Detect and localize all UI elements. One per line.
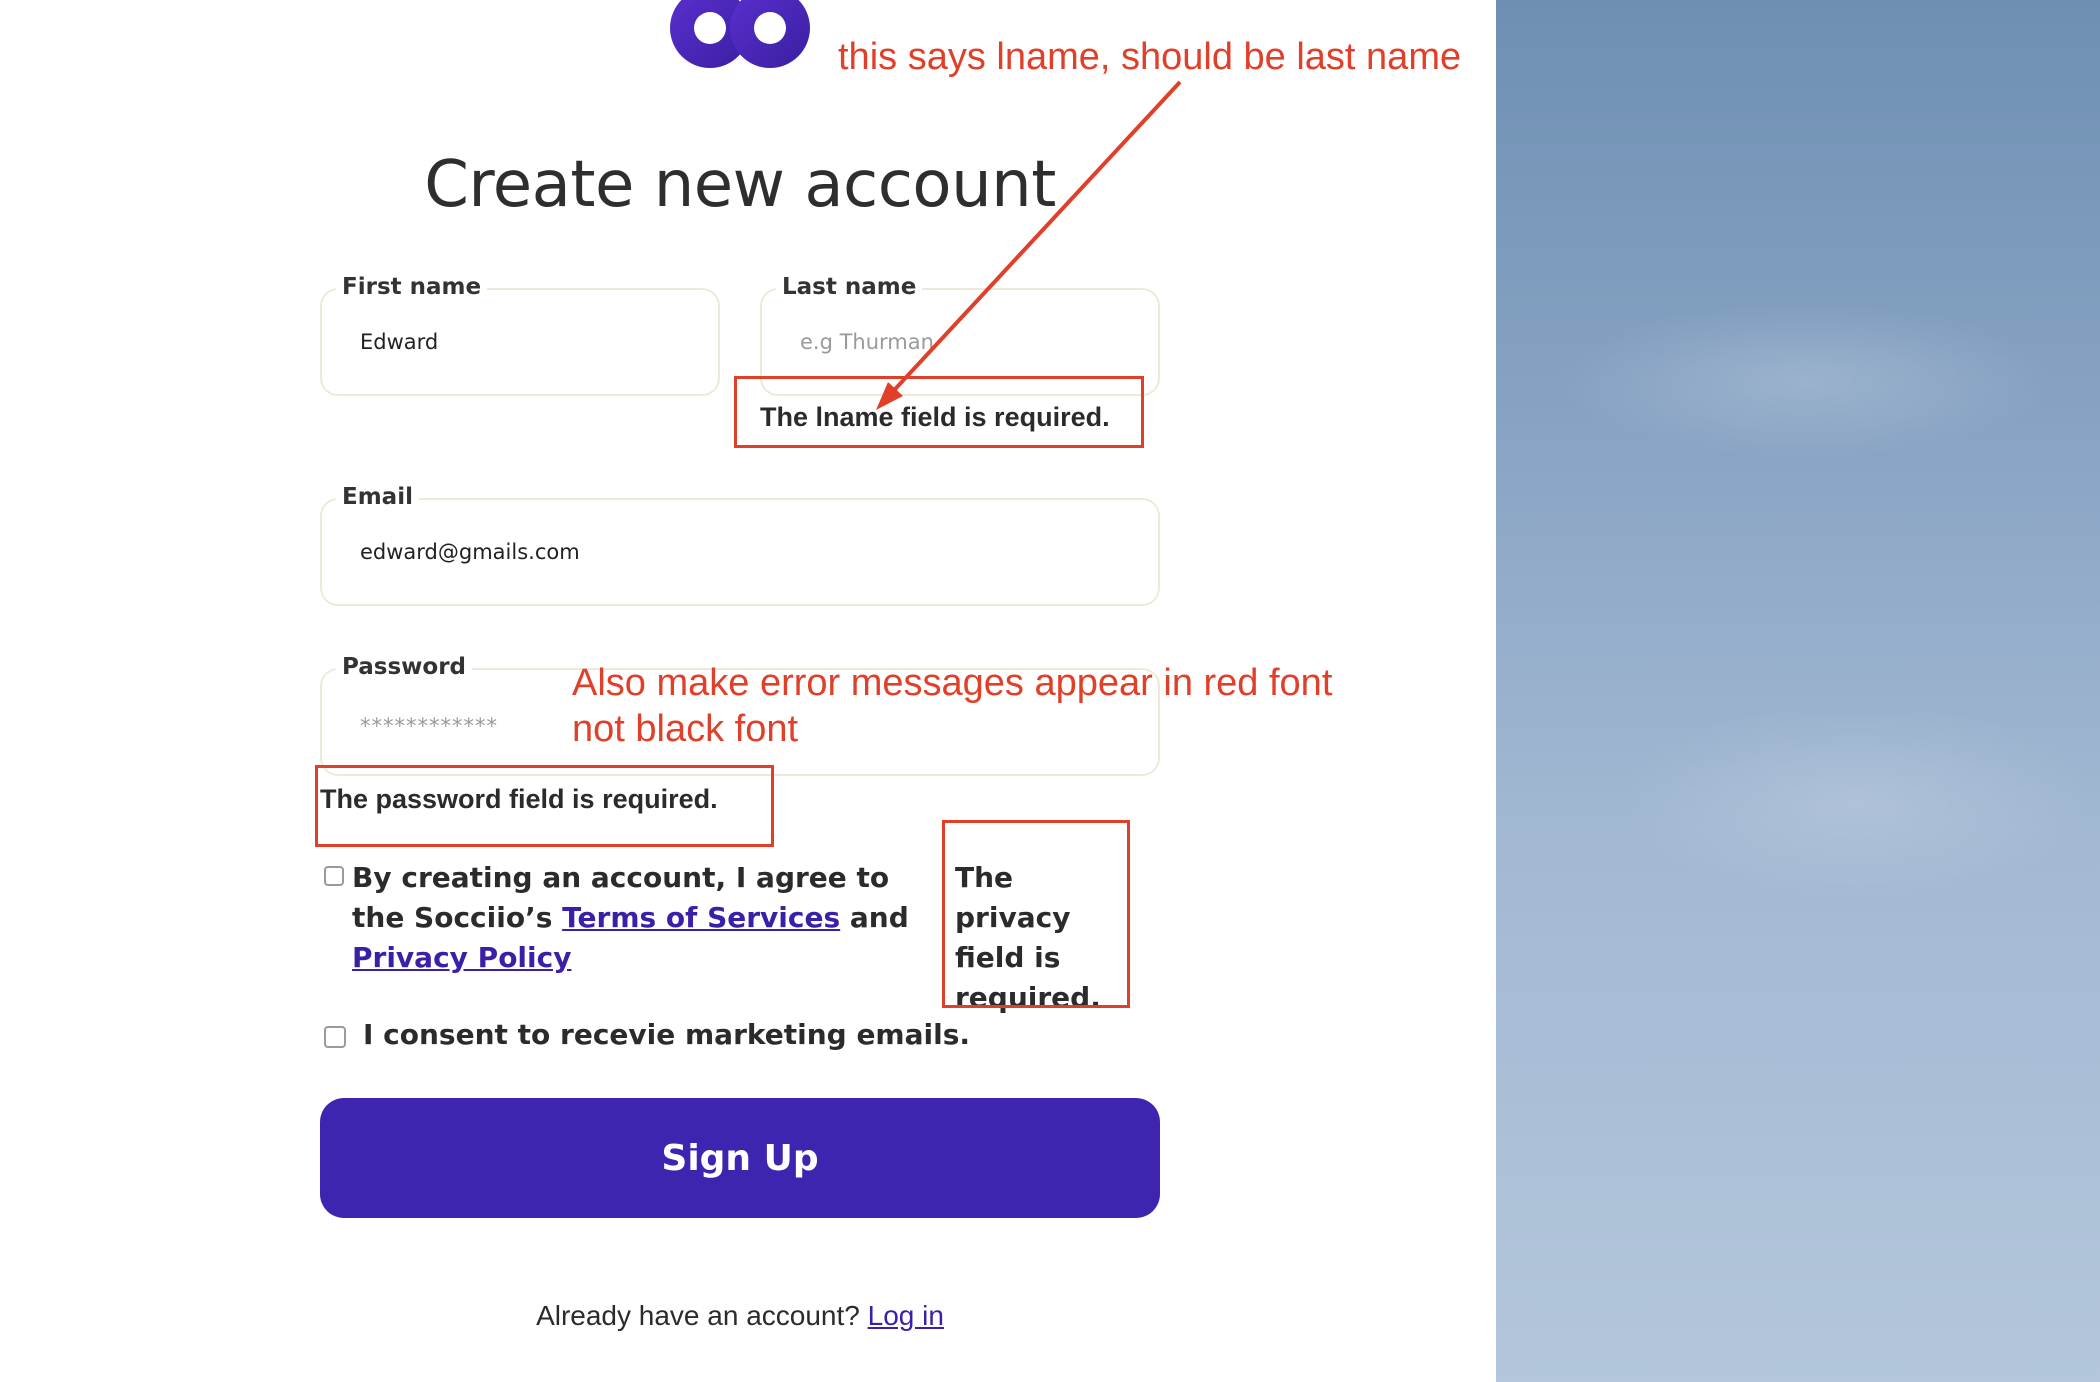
annotation-note-lname: this says lname, should be last name	[838, 36, 1462, 78]
password-label: Password	[336, 654, 472, 680]
annotation-box-lname	[734, 376, 1144, 448]
first-name-label: First name	[336, 274, 488, 300]
page-title: Create new account	[424, 148, 1056, 222]
login-prompt: Already have an account? Log in	[320, 1300, 1160, 1332]
sign-up-button[interactable]: Sign Up	[320, 1098, 1160, 1218]
first-name-field[interactable]: First name Edward	[320, 274, 720, 396]
annotation-note-red-font: Also make error messages appear in red f…	[572, 662, 1333, 750]
terms-of-services-link[interactable]: Terms of Services	[562, 901, 840, 934]
marketing-consent-checkbox[interactable]	[324, 1026, 346, 1048]
cloud-shape	[1616, 700, 2096, 900]
side-sky-image	[1496, 0, 2100, 1382]
terms-agreement-text: By creating an account, I agree to the S…	[352, 858, 912, 978]
socciio-logo	[670, 0, 810, 68]
email-field[interactable]: Email edward@gmails.com	[320, 484, 1160, 606]
first-name-input[interactable]: Edward	[360, 330, 677, 354]
last-name-label: Last name	[776, 274, 923, 300]
log-in-link[interactable]: Log in	[868, 1300, 944, 1331]
marketing-consent-label: I consent to recevie marketing emails.	[363, 1018, 971, 1051]
annotation-box-password	[315, 765, 774, 847]
annotation-box-privacy	[942, 820, 1130, 1008]
terms-checkbox[interactable]	[324, 866, 344, 886]
privacy-policy-link[interactable]: Privacy Policy	[352, 941, 571, 974]
login-prompt-text: Already have an account?	[536, 1300, 868, 1331]
email-label: Email	[336, 484, 419, 510]
email-input[interactable]: edward@gmails.com	[360, 540, 1029, 564]
terms-text-between: and	[840, 901, 909, 934]
cloud-shape	[1556, 300, 2056, 460]
last-name-input[interactable]	[800, 330, 1117, 354]
